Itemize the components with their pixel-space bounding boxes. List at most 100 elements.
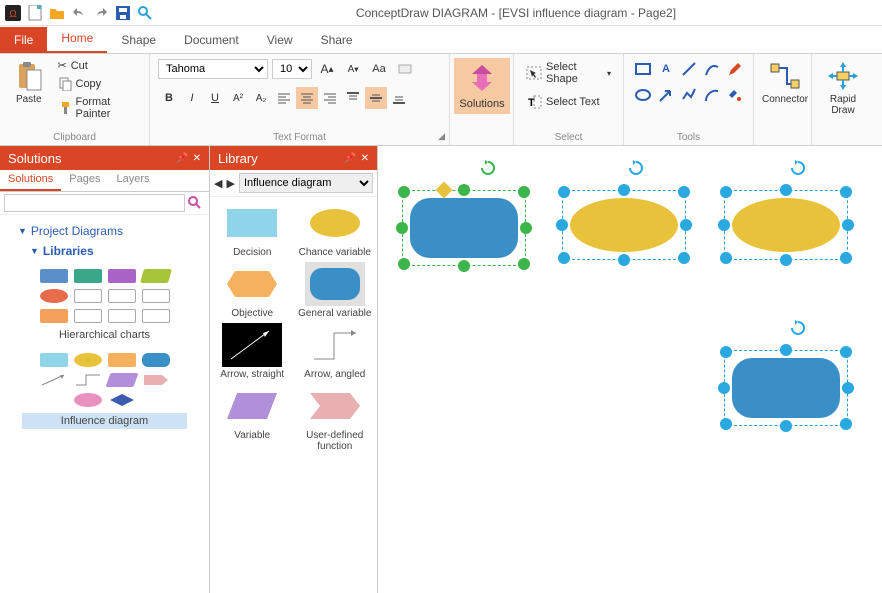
resize-handle[interactable] [618,184,630,196]
tool-ellipse-button[interactable] [632,84,654,106]
open-icon[interactable] [48,4,66,22]
resize-handle[interactable] [556,219,568,231]
lib-item-variable[interactable]: Variable [214,384,291,452]
resize-handle[interactable] [840,252,852,264]
tab-shape[interactable]: Shape [107,27,170,53]
pin-icon[interactable]: 📌 [176,153,188,164]
lib-prev-icon[interactable]: ◀ [214,177,222,190]
resize-handle[interactable] [840,186,852,198]
align-right-button[interactable] [319,87,341,109]
cut-button[interactable]: ✂Cut [56,58,142,73]
copy-button[interactable]: Copy [56,76,142,92]
resize-handle[interactable] [458,260,470,272]
lib-item-general[interactable]: General variable [297,262,374,319]
rotate-handle[interactable] [790,160,806,176]
rotate-handle[interactable] [628,160,644,176]
canvas-shape-general-1[interactable] [408,196,520,260]
resize-handle[interactable] [518,186,530,198]
canvas-shape-chance-2[interactable] [730,196,842,254]
resize-handle[interactable] [718,382,730,394]
lib-next-icon[interactable]: ▶ [226,177,234,190]
close-icon[interactable]: ✕ [361,153,369,164]
resize-handle[interactable] [396,222,408,234]
resize-handle[interactable] [458,184,470,196]
textformat-dialog-launcher[interactable]: ◢ [438,131,445,142]
canvas-shape-chance-1[interactable] [568,196,680,254]
tab-document[interactable]: Document [170,27,253,53]
resize-handle[interactable] [558,252,570,264]
tab-share[interactable]: Share [307,27,367,53]
hierarchical-thumbs[interactable]: Hierarchical charts [6,261,203,449]
subscript-button[interactable]: A₂ [250,87,272,109]
resize-handle[interactable] [720,186,732,198]
select-text-button[interactable]: TSelect Text [522,92,615,112]
tab-view[interactable]: View [253,27,307,53]
bold-button[interactable]: B [158,87,180,109]
solutions-button[interactable]: Solutions [454,58,510,114]
tool-pencil-button[interactable] [724,58,746,80]
paste-button[interactable]: Paste [8,58,50,105]
resize-handle[interactable] [842,382,854,394]
undo-icon[interactable] [70,4,88,22]
align-top-button[interactable] [342,87,364,109]
search-icon[interactable] [185,194,205,212]
tool-arrow-button[interactable] [655,84,677,106]
tab-file[interactable]: File [0,27,47,53]
resize-handle[interactable] [518,258,530,270]
library-selector[interactable]: Influence diagram [239,173,373,193]
resize-handle[interactable] [840,346,852,358]
resize-handle[interactable] [780,184,792,196]
rotate-handle[interactable] [790,320,806,336]
tool-text-button[interactable]: A [655,58,677,80]
superscript-button[interactable]: A² [227,87,249,109]
panel-tab-layers[interactable]: Layers [108,170,157,191]
font-family-select[interactable]: Tahoma [158,59,268,79]
tool-rect-button[interactable] [632,58,654,80]
underline-button[interactable]: U [204,87,226,109]
canvas[interactable] [378,146,882,593]
resize-handle[interactable] [840,418,852,430]
app-icon[interactable]: Ω [4,4,22,22]
resize-handle[interactable] [720,346,732,358]
format-painter-button[interactable]: Format Painter [56,95,142,121]
shrink-font-button[interactable]: A▾ [342,58,364,80]
resize-handle[interactable] [780,420,792,432]
save-icon[interactable] [114,4,132,22]
align-bottom-button[interactable] [388,87,410,109]
resize-handle[interactable] [678,252,690,264]
resize-handle[interactable] [718,219,730,231]
lib-item-arrow-straight[interactable]: Arrow, straight [214,323,291,380]
lib-item-decision[interactable]: Decision [214,201,291,258]
tree-node-libraries[interactable]: ▼Libraries [6,241,203,261]
resize-handle[interactable] [842,219,854,231]
close-icon[interactable]: ✕ [193,153,201,164]
connector-button[interactable]: Connector [762,58,808,105]
tool-arc-button[interactable] [701,84,723,106]
panel-tab-solutions[interactable]: Solutions [0,170,61,191]
tool-edit-button[interactable] [724,84,746,106]
lib-item-chance[interactable]: Chance variable [297,201,374,258]
canvas-shape-general-2[interactable] [730,356,842,420]
tree-node-project[interactable]: ▼Project Diagrams [6,221,203,241]
resize-handle[interactable] [720,418,732,430]
align-middle-button[interactable] [365,87,387,109]
panel-tab-pages[interactable]: Pages [61,170,108,191]
new-doc-icon[interactable] [26,4,44,22]
rotate-handle[interactable] [480,160,496,176]
tool-line-button[interactable] [678,58,700,80]
resize-handle[interactable] [618,254,630,266]
rapid-draw-button[interactable]: Rapid Draw [820,58,866,116]
resize-handle[interactable] [520,222,532,234]
resize-handle[interactable] [720,252,732,264]
resize-handle[interactable] [680,219,692,231]
resize-handle[interactable] [398,258,410,270]
change-case-button[interactable]: Aa [368,58,390,80]
resize-handle[interactable] [780,254,792,266]
clear-format-button[interactable] [394,58,416,80]
tool-polyline-button[interactable] [678,84,700,106]
tool-curve-button[interactable] [701,58,723,80]
redo-icon[interactable] [92,4,110,22]
lib-item-arrow-angled[interactable]: Arrow, angled [297,323,374,380]
lib-item-objective[interactable]: Objective [214,262,291,319]
resize-handle[interactable] [558,186,570,198]
